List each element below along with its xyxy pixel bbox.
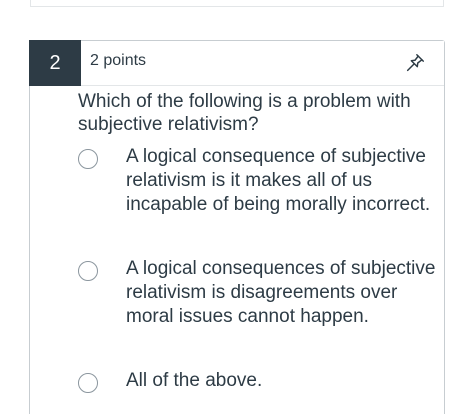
question-points: 2 points <box>90 52 147 69</box>
answer-text: A logical consequence of subjective rela… <box>126 146 431 215</box>
answer-option-1[interactable]: A logical consequence of subjective rela… <box>78 145 438 241</box>
pin-icon[interactable] <box>404 52 426 74</box>
answer-option-3[interactable]: All of the above. <box>78 369 438 397</box>
answer-option-2[interactable]: A logical consequences of subjective rel… <box>78 257 438 353</box>
radio-icon[interactable] <box>78 373 98 393</box>
quiz-page: 2 2 points Which of the following is a p… <box>0 0 474 414</box>
question-text: Which of the following is a problem with… <box>78 91 411 135</box>
radio-icon[interactable] <box>78 261 98 281</box>
question-header: 2 2 points <box>29 40 444 86</box>
radio-icon[interactable] <box>78 149 98 169</box>
previous-question-border <box>30 6 444 7</box>
question-number: 2 <box>29 40 81 86</box>
answer-text: A logical consequences of subjective rel… <box>126 258 436 327</box>
question-card: 2 2 points Which of the following is a p… <box>29 40 445 414</box>
answer-text: All of the above. <box>126 370 263 391</box>
